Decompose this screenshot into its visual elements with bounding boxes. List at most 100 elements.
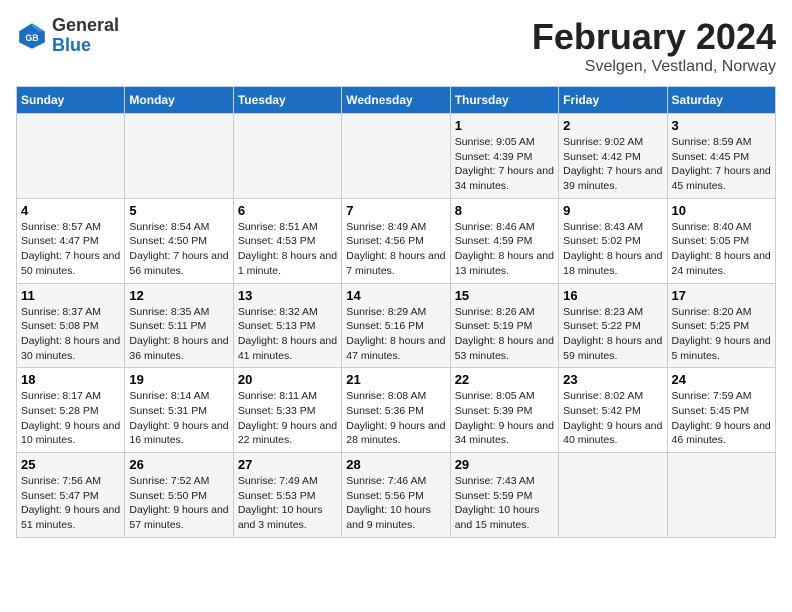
day-of-week-header: Wednesday xyxy=(342,87,450,114)
location-subtitle: Svelgen, Vestland, Norway xyxy=(532,58,776,76)
cell-day-number: 15 xyxy=(455,288,554,303)
calendar-cell xyxy=(342,114,450,199)
calendar-cell: 5 Sunrise: 8:54 AM Sunset: 4:50 PM Daylig… xyxy=(125,198,233,283)
calendar-cell: 2Sunrise: 9:02 AM Sunset: 4:42 PM Daylig… xyxy=(559,114,667,199)
cell-info-text: Sunrise: 8:08 AM Sunset: 5:36 PM Dayligh… xyxy=(346,389,445,448)
cell-day-number: 7 xyxy=(346,203,445,218)
cell-info-text: Sunrise: 8:05 AM Sunset: 5:39 PM Dayligh… xyxy=(455,389,554,448)
cell-day-number: 23 xyxy=(563,372,662,387)
cell-info-text: Sunrise: 8:43 AM Sunset: 5:02 PM Dayligh… xyxy=(563,220,662,279)
cell-day-number: 26 xyxy=(129,457,228,472)
calendar-cell: 28 Sunrise: 7:46 AM Sunset: 5:56 PM Dayli… xyxy=(342,453,450,538)
calendar-table: SundayMondayTuesdayWednesdayThursdayFrid… xyxy=(16,86,776,538)
cell-day-number: 29 xyxy=(455,457,554,472)
cell-day-number: 16 xyxy=(563,288,662,303)
cell-info-text: Sunrise: 8:32 AM Sunset: 5:13 PM Dayligh… xyxy=(238,305,337,364)
logo-text: General Blue xyxy=(52,16,119,56)
day-of-week-header: Monday xyxy=(125,87,233,114)
calendar-week-row: 4 Sunrise: 8:57 AM Sunset: 4:47 PM Daylig… xyxy=(17,198,776,283)
cell-info-text: Sunrise: 8:35 AM Sunset: 5:11 PM Dayligh… xyxy=(129,305,228,364)
cell-info-text: Sunrise: 8:02 AM Sunset: 5:42 PM Dayligh… xyxy=(563,389,662,448)
calendar-cell: 25Sunrise: 7:56 AM Sunset: 5:47 PM Dayli… xyxy=(17,453,125,538)
calendar-week-row: 11 Sunrise: 8:37 AM Sunset: 5:08 PM Dayli… xyxy=(17,283,776,368)
day-of-week-header: Friday xyxy=(559,87,667,114)
calendar-cell: 12Sunrise: 8:35 AM Sunset: 5:11 PM Dayli… xyxy=(125,283,233,368)
cell-info-text: Sunrise: 8:46 AM Sunset: 4:59 PM Dayligh… xyxy=(455,220,554,279)
calendar-cell: 8 Sunrise: 8:46 AM Sunset: 4:59 PM Daylig… xyxy=(450,198,558,283)
calendar-cell: 1 Sunrise: 9:05 AM Sunset: 4:39 PM Daylig… xyxy=(450,114,558,199)
calendar-cell: 6 Sunrise: 8:51 AM Sunset: 4:53 PM Daylig… xyxy=(233,198,341,283)
cell-day-number: 18 xyxy=(21,372,120,387)
cell-day-number: 22 xyxy=(455,372,554,387)
cell-info-text: Sunrise: 8:54 AM Sunset: 4:50 PM Dayligh… xyxy=(129,220,228,279)
cell-day-number: 13 xyxy=(238,288,337,303)
calendar-cell xyxy=(667,453,775,538)
calendar-week-row: 25Sunrise: 7:56 AM Sunset: 5:47 PM Dayli… xyxy=(17,453,776,538)
calendar-cell xyxy=(233,114,341,199)
calendar-cell: 29 Sunrise: 7:43 AM Sunset: 5:59 PM Dayli… xyxy=(450,453,558,538)
calendar-cell: 17 Sunrise: 8:20 AM Sunset: 5:25 PM Dayli… xyxy=(667,283,775,368)
title-area: February 2024 Svelgen, Vestland, Norway xyxy=(532,16,776,76)
calendar-cell: 7 Sunrise: 8:49 AM Sunset: 4:56 PM Daylig… xyxy=(342,198,450,283)
cell-info-text: Sunrise: 7:52 AM Sunset: 5:50 PM Dayligh… xyxy=(129,474,228,533)
calendar-cell xyxy=(17,114,125,199)
calendar-cell: 19Sunrise: 8:14 AM Sunset: 5:31 PM Dayli… xyxy=(125,368,233,453)
cell-info-text: Sunrise: 8:49 AM Sunset: 4:56 PM Dayligh… xyxy=(346,220,445,279)
calendar-cell: 15 Sunrise: 8:26 AM Sunset: 5:19 PM Dayli… xyxy=(450,283,558,368)
day-of-week-header: Tuesday xyxy=(233,87,341,114)
svg-text:GB: GB xyxy=(25,33,38,43)
calendar-cell: 24 Sunrise: 7:59 AM Sunset: 5:45 PM Dayli… xyxy=(667,368,775,453)
cell-info-text: Sunrise: 7:56 AM Sunset: 5:47 PM Dayligh… xyxy=(21,474,120,533)
calendar-cell: 9 Sunrise: 8:43 AM Sunset: 5:02 PM Daylig… xyxy=(559,198,667,283)
day-of-week-header: Thursday xyxy=(450,87,558,114)
page-header: GB General Blue February 2024 Svelgen, V… xyxy=(16,16,776,76)
cell-day-number: 4 xyxy=(21,203,120,218)
cell-info-text: Sunrise: 9:05 AM Sunset: 4:39 PM Dayligh… xyxy=(455,135,554,194)
logo-icon: GB xyxy=(16,20,48,52)
cell-day-number: 6 xyxy=(238,203,337,218)
cell-day-number: 28 xyxy=(346,457,445,472)
cell-day-number: 10 xyxy=(672,203,771,218)
cell-day-number: 11 xyxy=(21,288,120,303)
calendar-cell: 14 Sunrise: 8:29 AM Sunset: 5:16 PM Dayli… xyxy=(342,283,450,368)
cell-day-number: 8 xyxy=(455,203,554,218)
cell-day-number: 3 xyxy=(672,118,771,133)
cell-day-number: 9 xyxy=(563,203,662,218)
calendar-cell: 21 Sunrise: 8:08 AM Sunset: 5:36 PM Dayli… xyxy=(342,368,450,453)
calendar-cell: 23 Sunrise: 8:02 AM Sunset: 5:42 PM Dayli… xyxy=(559,368,667,453)
cell-info-text: Sunrise: 8:26 AM Sunset: 5:19 PM Dayligh… xyxy=(455,305,554,364)
calendar-week-row: 18Sunrise: 8:17 AM Sunset: 5:28 PM Dayli… xyxy=(17,368,776,453)
cell-info-text: Sunrise: 8:59 AM Sunset: 4:45 PM Dayligh… xyxy=(672,135,771,194)
cell-day-number: 21 xyxy=(346,372,445,387)
cell-day-number: 20 xyxy=(238,372,337,387)
cell-info-text: Sunrise: 8:11 AM Sunset: 5:33 PM Dayligh… xyxy=(238,389,337,448)
cell-info-text: Sunrise: 8:51 AM Sunset: 4:53 PM Dayligh… xyxy=(238,220,337,279)
calendar-week-row: 1 Sunrise: 9:05 AM Sunset: 4:39 PM Daylig… xyxy=(17,114,776,199)
calendar-cell xyxy=(125,114,233,199)
cell-info-text: Sunrise: 8:29 AM Sunset: 5:16 PM Dayligh… xyxy=(346,305,445,364)
calendar-cell: 11 Sunrise: 8:37 AM Sunset: 5:08 PM Dayli… xyxy=(17,283,125,368)
day-of-week-header: Saturday xyxy=(667,87,775,114)
cell-day-number: 5 xyxy=(129,203,228,218)
calendar-cell: 13 Sunrise: 8:32 AM Sunset: 5:13 PM Dayli… xyxy=(233,283,341,368)
cell-info-text: Sunrise: 7:46 AM Sunset: 5:56 PM Dayligh… xyxy=(346,474,445,533)
cell-day-number: 24 xyxy=(672,372,771,387)
cell-info-text: Sunrise: 7:43 AM Sunset: 5:59 PM Dayligh… xyxy=(455,474,554,533)
cell-info-text: Sunrise: 8:57 AM Sunset: 4:47 PM Dayligh… xyxy=(21,220,120,279)
cell-info-text: Sunrise: 7:59 AM Sunset: 5:45 PM Dayligh… xyxy=(672,389,771,448)
calendar-cell: 27Sunrise: 7:49 AM Sunset: 5:53 PM Dayli… xyxy=(233,453,341,538)
day-of-week-header: Sunday xyxy=(17,87,125,114)
calendar-cell: 22 Sunrise: 8:05 AM Sunset: 5:39 PM Dayli… xyxy=(450,368,558,453)
calendar-cell: 3 Sunrise: 8:59 AM Sunset: 4:45 PM Daylig… xyxy=(667,114,775,199)
month-year-title: February 2024 xyxy=(532,16,776,58)
cell-day-number: 14 xyxy=(346,288,445,303)
cell-info-text: Sunrise: 8:40 AM Sunset: 5:05 PM Dayligh… xyxy=(672,220,771,279)
calendar-cell: 16Sunrise: 8:23 AM Sunset: 5:22 PM Dayli… xyxy=(559,283,667,368)
calendar-cell: 10 Sunrise: 8:40 AM Sunset: 5:05 PM Dayli… xyxy=(667,198,775,283)
cell-day-number: 17 xyxy=(672,288,771,303)
cell-day-number: 1 xyxy=(455,118,554,133)
cell-info-text: Sunrise: 8:20 AM Sunset: 5:25 PM Dayligh… xyxy=(672,305,771,364)
calendar-cell: 26 Sunrise: 7:52 AM Sunset: 5:50 PM Dayli… xyxy=(125,453,233,538)
cell-info-text: Sunrise: 8:37 AM Sunset: 5:08 PM Dayligh… xyxy=(21,305,120,364)
calendar-cell: 4 Sunrise: 8:57 AM Sunset: 4:47 PM Daylig… xyxy=(17,198,125,283)
